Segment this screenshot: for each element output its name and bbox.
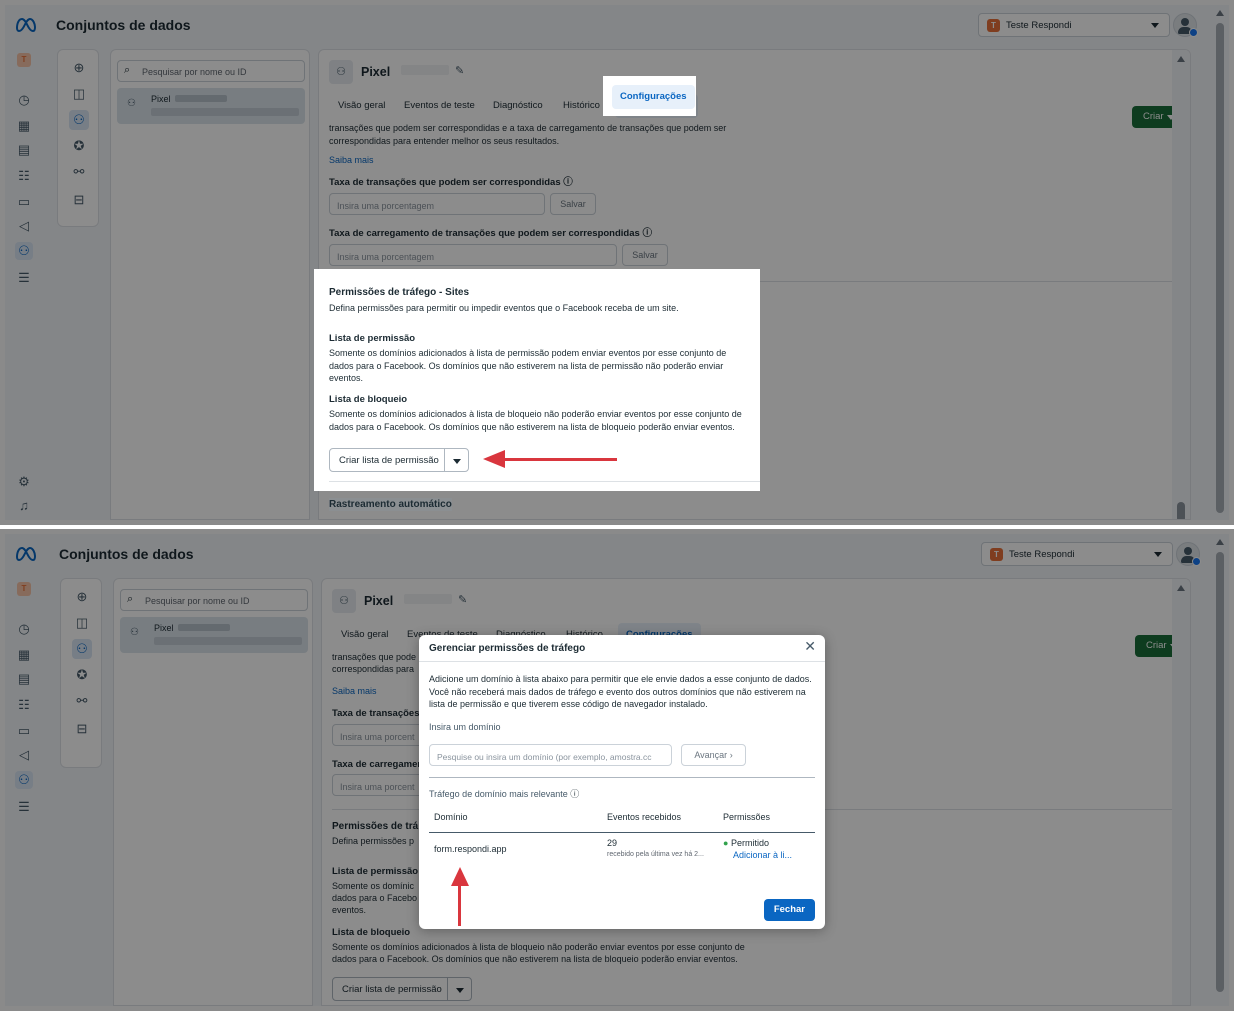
- app-window: Conjuntos de dados T Teste Respondi T ◷ …: [5, 534, 1229, 1006]
- highlight-settings-tab: Configurações: [603, 76, 696, 116]
- info-icon: ⓘ: [570, 789, 580, 799]
- top-traffic-label: Tráfego de domínio mais relevante ⓘ: [429, 789, 580, 799]
- annotation-arrow: [458, 884, 461, 926]
- traffic-desc: Defina permissões para permitir ou imped…: [329, 303, 679, 313]
- modal-description: Adicione um domínio à lista abaixo para …: [429, 674, 812, 709]
- block-list-desc: Somente os domínios adicionados à lista …: [329, 409, 742, 432]
- arrowhead-left-icon: [483, 450, 505, 468]
- auto-tracking-title: Rastreamento automático: [329, 498, 452, 511]
- chevron-down-icon[interactable]: [453, 459, 461, 464]
- allow-list-desc: Somente os domínios adicionados à lista …: [329, 348, 727, 383]
- domain-cell: form.respondi.app: [434, 844, 507, 854]
- tab-settings[interactable]: Configurações: [612, 85, 695, 109]
- col-domain: Domínio: [434, 812, 468, 822]
- domain-search-input[interactable]: Pesquise ou insira um domínio (por exemp…: [429, 744, 672, 766]
- create-allow-list-button[interactable]: Criar lista de permissão: [329, 448, 469, 472]
- col-events: Eventos recebidos: [607, 812, 682, 822]
- close-icon[interactable]: ✕: [804, 639, 816, 652]
- screenshot-bottom: Conjuntos de dados T Teste Respondi T ◷ …: [0, 529, 1234, 1011]
- next-button[interactable]: Avançar ›: [681, 744, 746, 766]
- col-permissions: Permissões: [723, 812, 771, 822]
- block-list-title: Lista de bloqueio: [329, 394, 408, 405]
- enter-domain-label: Insira um domínio: [429, 722, 501, 732]
- chevron-right-icon: ›: [729, 750, 733, 760]
- screenshot-top: Conjuntos de dados T Teste Respondi T ◷ …: [0, 0, 1234, 525]
- add-to-list-link[interactable]: Adicionar à li...: [733, 849, 792, 862]
- traffic-title: Permissões de tráfego - Sites: [329, 287, 470, 298]
- modal-title: Gerenciar permissões de tráfego: [429, 643, 586, 654]
- arrowhead-up-icon: [451, 867, 469, 886]
- close-button[interactable]: Fechar: [763, 899, 815, 921]
- annotation-arrow: [503, 458, 617, 461]
- allow-list-title: Lista de permissão: [329, 333, 416, 344]
- events-count: 29: [607, 838, 618, 848]
- events-sub: recebido pela última vez há 2...: [607, 851, 704, 858]
- app-window: Conjuntos de dados T Teste Respondi T ◷ …: [5, 5, 1229, 520]
- status-badge: ● Permitido: [723, 838, 769, 848]
- traffic-permissions-modal: Gerenciar permissões de tráfego ✕ Adicio…: [419, 635, 825, 929]
